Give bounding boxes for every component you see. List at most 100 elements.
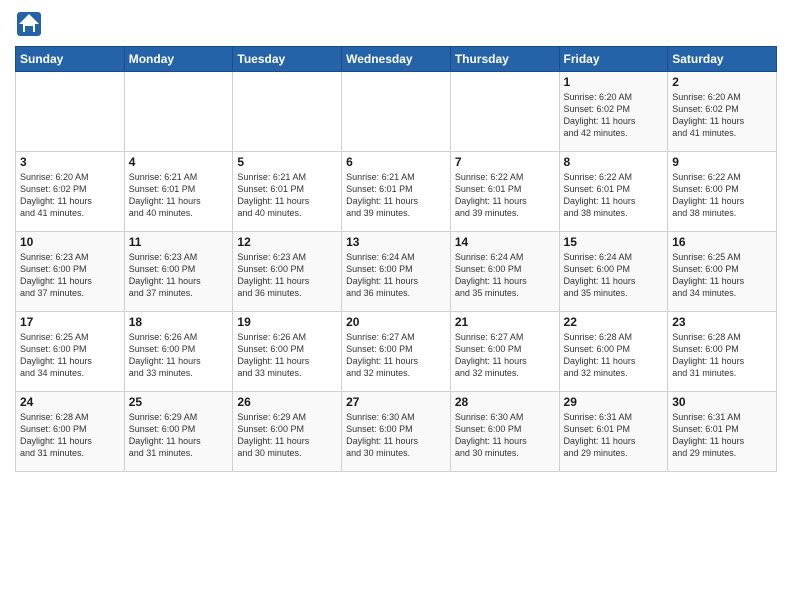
- calendar-cell: 17 Sunrise: 6:25 AM Sunset: 6:00 PM Dayli…: [16, 312, 125, 392]
- calendar-cell: 15 Sunrise: 6:24 AM Sunset: 6:00 PM Dayli…: [559, 232, 668, 312]
- day-info: Sunrise: 6:27 AM Sunset: 6:00 PM Dayligh…: [455, 331, 555, 380]
- calendar-cell: 8 Sunrise: 6:22 AM Sunset: 6:01 PM Daylig…: [559, 152, 668, 232]
- day-info: Sunrise: 6:23 AM Sunset: 6:00 PM Dayligh…: [129, 251, 229, 300]
- calendar-day-header: Sunday: [16, 47, 125, 72]
- calendar-cell: 11 Sunrise: 6:23 AM Sunset: 6:00 PM Dayli…: [124, 232, 233, 312]
- calendar-cell: 14Sunrise: 6:24 AM Sunset: 6:00 PM Dayli…: [450, 232, 559, 312]
- day-info: Sunrise: 6:20 AM Sunset: 6:02 PM Dayligh…: [564, 91, 664, 140]
- calendar-day-header: Tuesday: [233, 47, 342, 72]
- day-info: Sunrise: 6:26 AM Sunset: 6:00 PM Dayligh…: [237, 331, 337, 380]
- day-number: 12: [237, 235, 337, 249]
- day-number: 10: [20, 235, 120, 249]
- calendar-cell: 21 Sunrise: 6:27 AM Sunset: 6:00 PM Dayli…: [450, 312, 559, 392]
- day-number: 23: [672, 315, 772, 329]
- calendar-day-header: Saturday: [668, 47, 777, 72]
- day-number: 2: [672, 75, 772, 89]
- calendar-week-row: 1 Sunrise: 6:20 AM Sunset: 6:02 PM Daylig…: [16, 72, 777, 152]
- calendar-cell: [450, 72, 559, 152]
- day-info: Sunrise: 6:21 AM Sunset: 6:01 PM Dayligh…: [346, 171, 446, 220]
- calendar-cell: 7 Sunrise: 6:22 AM Sunset: 6:01 PM Daylig…: [450, 152, 559, 232]
- calendar-cell: 13 Sunrise: 6:24 AM Sunset: 6:00 PM Dayli…: [342, 232, 451, 312]
- logo: [15, 10, 47, 38]
- day-info: Sunrise: 6:27 AM Sunset: 6:00 PM Dayligh…: [346, 331, 446, 380]
- calendar-week-row: 10 Sunrise: 6:23 AM Sunset: 6:00 PM Dayli…: [16, 232, 777, 312]
- calendar-day-header: Monday: [124, 47, 233, 72]
- calendar-cell: 27 Sunrise: 6:30 AM Sunset: 6:00 PM Dayli…: [342, 392, 451, 472]
- day-number: 1: [564, 75, 664, 89]
- day-info: Sunrise: 6:25 AM Sunset: 6:00 PM Dayligh…: [20, 331, 120, 380]
- day-number: 7: [455, 155, 555, 169]
- day-number: 26: [237, 395, 337, 409]
- calendar-header-row: SundayMondayTuesdayWednesdayThursdayFrid…: [16, 47, 777, 72]
- calendar-cell: [124, 72, 233, 152]
- day-number: 15: [564, 235, 664, 249]
- day-number: 13: [346, 235, 446, 249]
- day-number: 19: [237, 315, 337, 329]
- header: [15, 10, 777, 38]
- day-number: 17: [20, 315, 120, 329]
- day-info: Sunrise: 6:24 AM Sunset: 6:00 PM Dayligh…: [455, 251, 555, 300]
- day-number: 8: [564, 155, 664, 169]
- day-info: Sunrise: 6:28 AM Sunset: 6:00 PM Dayligh…: [672, 331, 772, 380]
- calendar-day-header: Thursday: [450, 47, 559, 72]
- day-info: Sunrise: 6:21 AM Sunset: 6:01 PM Dayligh…: [129, 171, 229, 220]
- calendar-cell: 9 Sunrise: 6:22 AM Sunset: 6:00 PM Daylig…: [668, 152, 777, 232]
- day-info: Sunrise: 6:31 AM Sunset: 6:01 PM Dayligh…: [564, 411, 664, 460]
- day-info: Sunrise: 6:30 AM Sunset: 6:00 PM Dayligh…: [455, 411, 555, 460]
- calendar-page: SundayMondayTuesdayWednesdayThursdayFrid…: [0, 0, 792, 612]
- day-info: Sunrise: 6:29 AM Sunset: 6:00 PM Dayligh…: [129, 411, 229, 460]
- calendar-cell: 26 Sunrise: 6:29 AM Sunset: 6:00 PM Dayli…: [233, 392, 342, 472]
- day-number: 6: [346, 155, 446, 169]
- calendar-week-row: 3Sunrise: 6:20 AM Sunset: 6:02 PM Daylig…: [16, 152, 777, 232]
- day-info: Sunrise: 6:30 AM Sunset: 6:00 PM Dayligh…: [346, 411, 446, 460]
- day-number: 30: [672, 395, 772, 409]
- day-number: 27: [346, 395, 446, 409]
- calendar-cell: 19 Sunrise: 6:26 AM Sunset: 6:00 PM Dayli…: [233, 312, 342, 392]
- calendar-cell: 29 Sunrise: 6:31 AM Sunset: 6:01 PM Dayli…: [559, 392, 668, 472]
- day-info: Sunrise: 6:20 AM Sunset: 6:02 PM Dayligh…: [672, 91, 772, 140]
- calendar-cell: 3Sunrise: 6:20 AM Sunset: 6:02 PM Daylig…: [16, 152, 125, 232]
- day-info: Sunrise: 6:24 AM Sunset: 6:00 PM Dayligh…: [346, 251, 446, 300]
- calendar-cell: 25 Sunrise: 6:29 AM Sunset: 6:00 PM Dayli…: [124, 392, 233, 472]
- calendar-cell: [16, 72, 125, 152]
- day-number: 11: [129, 235, 229, 249]
- logo-icon: [15, 10, 43, 38]
- calendar-cell: 20 Sunrise: 6:27 AM Sunset: 6:00 PM Dayli…: [342, 312, 451, 392]
- calendar-table: SundayMondayTuesdayWednesdayThursdayFrid…: [15, 46, 777, 472]
- day-info: Sunrise: 6:22 AM Sunset: 6:01 PM Dayligh…: [455, 171, 555, 220]
- calendar-cell: 10Sunrise: 6:23 AM Sunset: 6:00 PM Dayli…: [16, 232, 125, 312]
- day-info: Sunrise: 6:25 AM Sunset: 6:00 PM Dayligh…: [672, 251, 772, 300]
- calendar-cell: 2 Sunrise: 6:20 AM Sunset: 6:02 PM Daylig…: [668, 72, 777, 152]
- calendar-cell: 23 Sunrise: 6:28 AM Sunset: 6:00 PM Dayli…: [668, 312, 777, 392]
- day-number: 28: [455, 395, 555, 409]
- day-info: Sunrise: 6:28 AM Sunset: 6:00 PM Dayligh…: [564, 331, 664, 380]
- calendar-cell: 16 Sunrise: 6:25 AM Sunset: 6:00 PM Dayli…: [668, 232, 777, 312]
- calendar-day-header: Friday: [559, 47, 668, 72]
- day-info: Sunrise: 6:26 AM Sunset: 6:00 PM Dayligh…: [129, 331, 229, 380]
- day-number: 24: [20, 395, 120, 409]
- day-number: 9: [672, 155, 772, 169]
- calendar-week-row: 17 Sunrise: 6:25 AM Sunset: 6:00 PM Dayli…: [16, 312, 777, 392]
- day-number: 29: [564, 395, 664, 409]
- day-info: Sunrise: 6:21 AM Sunset: 6:01 PM Dayligh…: [237, 171, 337, 220]
- calendar-cell: 28 Sunrise: 6:30 AM Sunset: 6:00 PM Dayli…: [450, 392, 559, 472]
- day-number: 22: [564, 315, 664, 329]
- day-info: Sunrise: 6:24 AM Sunset: 6:00 PM Dayligh…: [564, 251, 664, 300]
- day-number: 25: [129, 395, 229, 409]
- day-number: 16: [672, 235, 772, 249]
- calendar-cell: 4Sunrise: 6:21 AM Sunset: 6:01 PM Daylig…: [124, 152, 233, 232]
- day-info: Sunrise: 6:22 AM Sunset: 6:00 PM Dayligh…: [672, 171, 772, 220]
- calendar-cell: 22 Sunrise: 6:28 AM Sunset: 6:00 PM Dayli…: [559, 312, 668, 392]
- day-info: Sunrise: 6:29 AM Sunset: 6:00 PM Dayligh…: [237, 411, 337, 460]
- calendar-cell: 6 Sunrise: 6:21 AM Sunset: 6:01 PM Daylig…: [342, 152, 451, 232]
- day-info: Sunrise: 6:20 AM Sunset: 6:02 PM Dayligh…: [20, 171, 120, 220]
- day-info: Sunrise: 6:31 AM Sunset: 6:01 PM Dayligh…: [672, 411, 772, 460]
- calendar-cell: [342, 72, 451, 152]
- calendar-cell: 12Sunrise: 6:23 AM Sunset: 6:00 PM Dayli…: [233, 232, 342, 312]
- calendar-week-row: 24Sunrise: 6:28 AM Sunset: 6:00 PM Dayli…: [16, 392, 777, 472]
- day-number: 5: [237, 155, 337, 169]
- day-number: 20: [346, 315, 446, 329]
- calendar-cell: 1 Sunrise: 6:20 AM Sunset: 6:02 PM Daylig…: [559, 72, 668, 152]
- day-info: Sunrise: 6:22 AM Sunset: 6:01 PM Dayligh…: [564, 171, 664, 220]
- day-number: 21: [455, 315, 555, 329]
